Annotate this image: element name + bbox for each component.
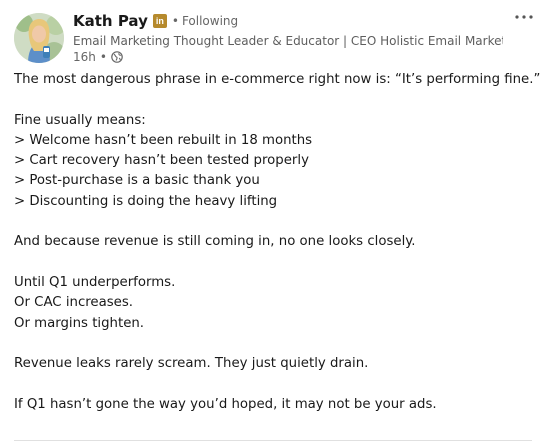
feed-post: Kath Pay in • Following Email Marketing … xyxy=(0,0,546,444)
separator-dot: • xyxy=(99,50,107,64)
avatar[interactable] xyxy=(14,13,64,63)
post-line: Fine usually means: xyxy=(14,112,146,128)
post-line: > Post-purchase is a basic thank you xyxy=(14,173,260,189)
author-name[interactable]: Kath Pay xyxy=(73,12,148,30)
more-horizontal-icon xyxy=(515,15,533,19)
follow-status[interactable]: Following xyxy=(182,14,238,28)
post-line: Or margins tighten. xyxy=(14,315,145,331)
post-line xyxy=(14,212,534,232)
post-line: Until Q1 underperforms. xyxy=(14,274,176,290)
post-line: If Q1 hasn’t gone the way you’d hoped, i… xyxy=(14,396,437,412)
divider xyxy=(14,440,532,441)
post-line: Or CAC increases. xyxy=(14,295,134,311)
author-headline: Email Marketing Thought Leader & Educato… xyxy=(73,34,503,48)
separator-dot: • xyxy=(171,14,179,28)
post-line xyxy=(14,374,534,394)
more-options-button[interactable] xyxy=(514,10,534,26)
post-line xyxy=(14,90,534,110)
globe-icon xyxy=(111,51,123,63)
author-row: Kath Pay in • Following xyxy=(73,9,503,33)
post-line: Revenue leaks rarely scream. They just q… xyxy=(14,356,369,372)
post-line: > Welcome hasn’t been rebuilt in 18 mont… xyxy=(14,132,313,148)
post-body: The most dangerous phrase in e-commerce … xyxy=(14,70,541,415)
avatar-photo xyxy=(14,13,64,63)
post-line xyxy=(14,334,534,354)
post-header: Kath Pay in • Following Email Marketing … xyxy=(73,9,503,65)
post-line: The most dangerous phrase in e-commerce … xyxy=(14,72,541,87)
post-line xyxy=(14,253,534,273)
post-line: And because revenue is still coming in, … xyxy=(14,234,416,250)
post-time[interactable]: 16h xyxy=(73,50,96,64)
linkedin-premium-icon: in xyxy=(152,14,167,28)
post-line: > Cart recovery hasn’t been tested prope… xyxy=(14,153,309,169)
post-line: > Discounting is doing the heavy lifting xyxy=(14,193,278,209)
post-meta: 16h • xyxy=(73,49,503,65)
